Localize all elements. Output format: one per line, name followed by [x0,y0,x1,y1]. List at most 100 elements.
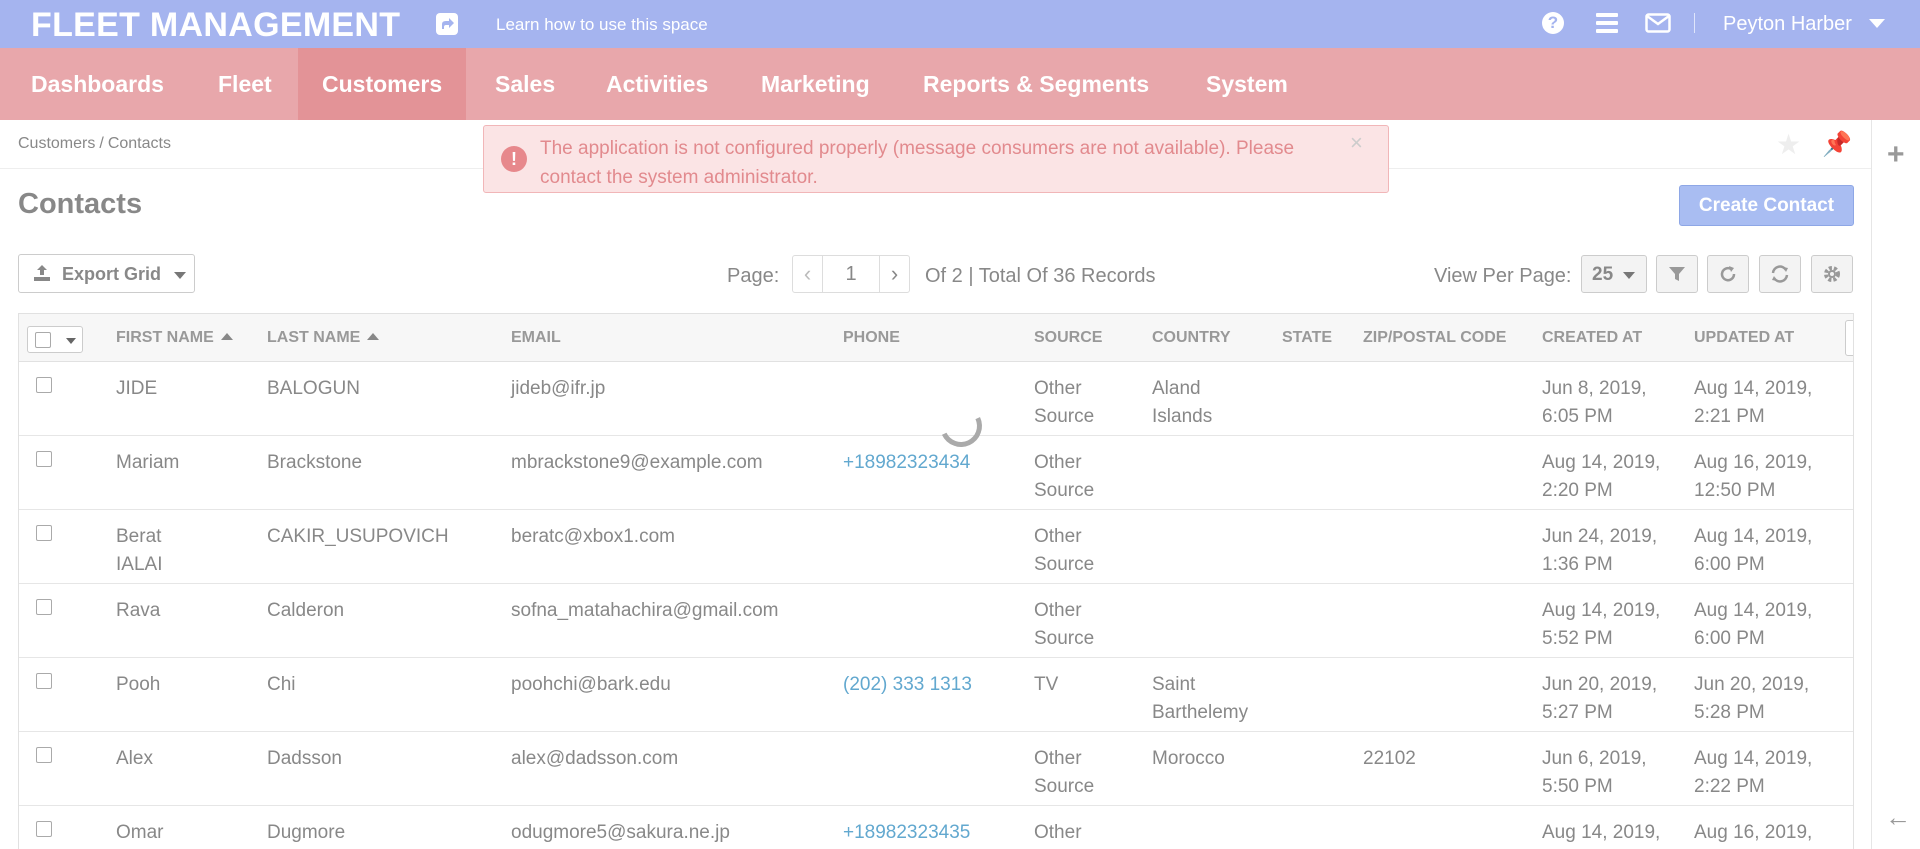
help-icon[interactable]: ? [1542,12,1564,34]
row-checkbox[interactable] [36,821,52,837]
grid-settings-button[interactable] [1811,255,1853,293]
table-row[interactable]: Omar Dugmore odugmore5@sakura.ne.jp +189823… [19,806,1853,849]
row-checkbox[interactable] [36,525,52,541]
nav-activities[interactable]: Activities [582,48,732,120]
cell-updated-at: Aug 16, 2019, [1694,822,1813,843]
cell-created-at: Jun 24, 2019, 1:36 PM [1542,526,1658,575]
cell-created-at: Jun 8, 2019, 6:05 PM [1542,378,1647,427]
cell-phone[interactable]: (202) 333 1313 [843,671,972,699]
filter-button[interactable] [1656,255,1698,293]
cell-email: odugmore5@sakura.ne.jp [511,822,730,843]
select-all-checkbox[interactable] [27,326,83,353]
table-row[interactable]: Alex Dadsson alex@dadsson.com Other Source M… [19,732,1853,806]
cell-last-name: CAKIR_USUPOVICH [267,526,449,547]
view-per-page-value: 25 [1592,264,1614,285]
table-row[interactable]: Pooh Chi poohchi@bark.edu (202) 333 1313 TV S… [19,658,1853,732]
row-checkbox[interactable] [36,747,52,763]
arrow-left-icon[interactable]: ← [1885,802,1911,833]
column-source[interactable]: SOURCE [1034,329,1102,347]
refresh-button[interactable] [1707,255,1749,293]
create-contact-button[interactable]: Create Contact [1679,185,1854,226]
export-grid-label: Export Grid [62,264,162,284]
alert-icon: ! [501,146,527,172]
column-created-at[interactable]: CREATED AT [1542,329,1642,347]
cell-source: Other Source [1034,748,1095,797]
mail-icon[interactable] [1645,13,1671,38]
cell-last-name: Brackstone [267,452,363,473]
pin-icon[interactable]: 📌 [1822,130,1852,159]
breadcrumb: Customers / Contacts [18,135,171,153]
view-per-page-label: View Per Page: [1434,265,1572,287]
sync-icon [1771,265,1789,283]
cell-email: sofna_matahachira@gmail.com [511,600,779,621]
caret-down-icon [1623,272,1635,279]
cell-email: poohchi@bark.edu [511,674,671,695]
view-per-page-select[interactable]: 25 [1581,255,1647,293]
cell-updated-at: Aug 14, 2019, 6:00 PM [1694,526,1813,575]
cell-source: TV [1034,674,1059,695]
column-zip[interactable]: ZIP/POSTAL CODE [1363,329,1506,347]
cell-first-name: Omar [116,822,164,843]
table-row[interactable]: Mariam Brackstone mbrackstone9@example.com… [19,436,1853,510]
column-last-name[interactable]: LAST NAME [267,329,380,347]
nav-system[interactable]: System [1182,48,1312,120]
table-row[interactable]: JIDE BALOGUN jideb@ifr.jp Other Source Aland… [19,362,1853,436]
plus-icon[interactable]: + [1887,140,1905,170]
caret-down-icon [174,272,186,279]
row-checkbox[interactable] [36,673,52,689]
column-updated-at[interactable]: UPDATED AT [1694,329,1794,347]
caret-down-icon[interactable] [1869,19,1885,28]
column-first-name[interactable]: FIRST NAME [116,329,233,347]
row-checkbox[interactable] [36,599,52,615]
column-phone[interactable]: PHONE [843,329,900,347]
nav-sales[interactable]: Sales [471,48,579,120]
upload-icon [34,265,50,281]
cell-created-at: Jun 6, 2019, 5:50 PM [1542,748,1647,797]
cell-created-at: Aug 14, 2019, 2:20 PM [1542,452,1661,501]
grid-header: FIRST NAME LAST NAME EMAIL PHONE SOURCE … [19,314,1853,362]
cell-zip: 22102 [1363,748,1416,769]
star-icon[interactable]: ★ [1776,128,1801,161]
share-icon[interactable] [436,13,458,35]
cell-email: mbrackstone9@example.com [511,452,763,473]
cell-updated-at: Jun 20, 2019, 5:28 PM [1694,674,1810,723]
cell-source: Other Source [1034,526,1095,575]
learn-link[interactable]: Learn how to use this space [496,15,708,35]
cell-phone[interactable]: +18982323435 [843,819,970,847]
user-menu[interactable]: Peyton Harber [1723,13,1852,36]
cell-last-name: Chi [267,674,296,695]
cell-email: beratc@xbox1.com [511,526,675,547]
nav-reports-segments[interactable]: Reports & Segments [899,48,1173,120]
nav-customers[interactable]: Customers [298,48,467,120]
table-row[interactable]: Rava Calderon sofna_matahachira@gmail.com O… [19,584,1853,658]
nav-fleet[interactable]: Fleet [194,48,296,120]
cell-country: Saint Barthelemy [1152,674,1249,723]
cell-updated-at: Aug 14, 2019, 2:21 PM [1694,378,1813,427]
row-checkbox[interactable] [36,377,52,393]
breadcrumb-separator: / [99,135,104,152]
row-checkbox[interactable] [36,451,52,467]
nav-marketing[interactable]: Marketing [737,48,894,120]
close-icon[interactable]: × [1350,130,1363,156]
column-actions-handle[interactable] [1845,320,1853,356]
cell-phone[interactable]: +18982323434 [843,449,970,477]
refresh-icon [1720,266,1736,282]
reset-button[interactable] [1759,255,1801,293]
menu-icon[interactable] [1596,13,1618,33]
next-page-button[interactable]: › [879,256,909,292]
prev-page-button[interactable]: ‹ [793,256,823,292]
cell-source: Other Source [1034,378,1095,427]
column-email[interactable]: EMAIL [511,329,561,347]
breadcrumb-parent[interactable]: Customers [18,135,95,152]
cell-created-at: Aug 14, 2019, [1542,822,1661,843]
app-brand[interactable]: FLEET MANAGEMENT [31,6,400,45]
cell-first-name: Rava [116,600,161,621]
page-number-input[interactable]: 1 [823,256,879,292]
nav-dashboards[interactable]: Dashboards [7,48,188,120]
column-state[interactable]: STATE [1282,329,1332,347]
cell-last-name: Calderon [267,600,345,621]
export-grid-button[interactable]: Export Grid [18,254,195,293]
table-row[interactable]: Berat IALAI CAKIR_USUPOVICH beratc@xbox1.c… [19,510,1853,584]
caret-down-icon [66,338,76,344]
column-country[interactable]: COUNTRY [1152,329,1231,347]
